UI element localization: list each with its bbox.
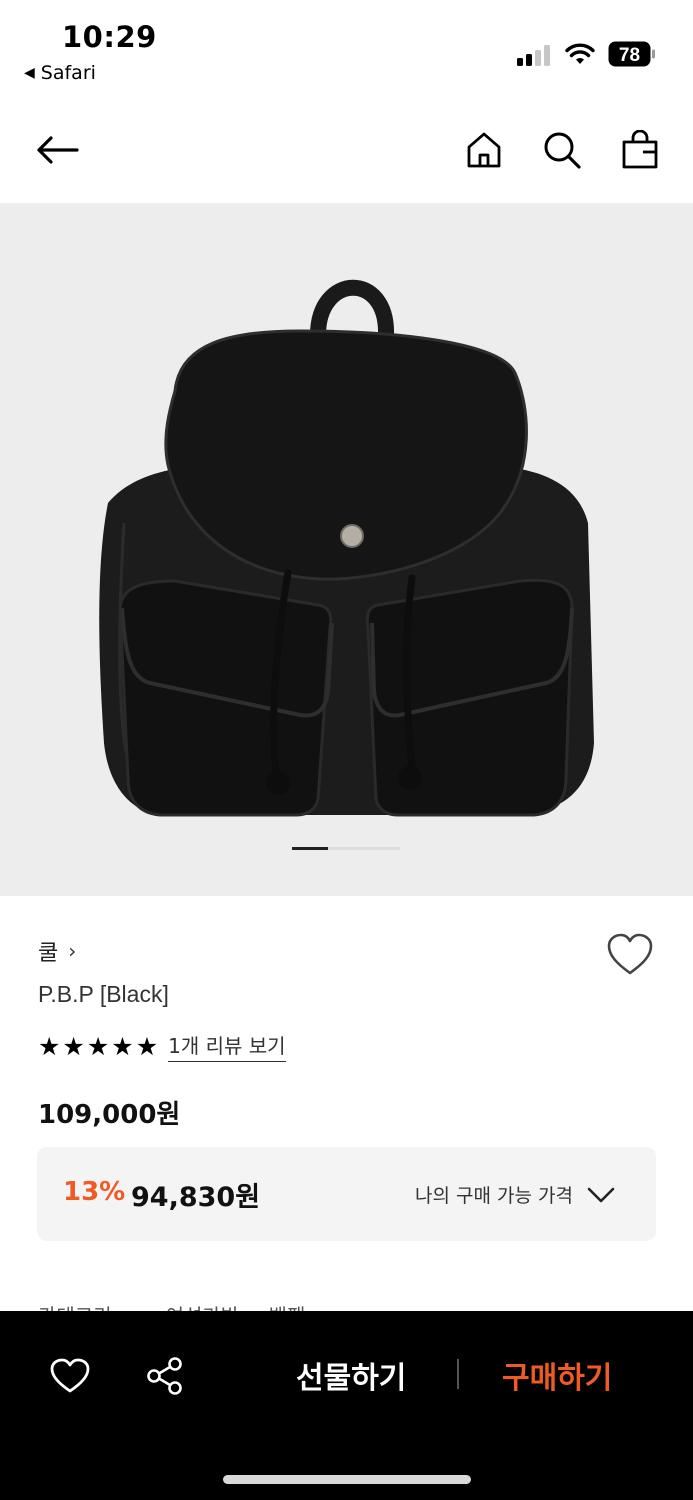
star-icon: ★: [62, 1031, 85, 1061]
backpack-product-image: [99, 279, 595, 817]
chevron-right-icon: ›: [68, 939, 77, 963]
rating-stars: ★ ★ ★ ★ ★: [38, 1034, 158, 1059]
discount-rate: 13%: [63, 1177, 126, 1207]
battery-level: 78: [619, 45, 640, 66]
status-bar: 10:29 ◀ Safari 78: [0, 0, 693, 100]
back-to-safari[interactable]: ◀ Safari: [24, 62, 96, 84]
back-app-label: Safari: [40, 62, 96, 84]
share-icon[interactable]: [144, 1355, 186, 1397]
shopping-bag-icon[interactable]: [618, 128, 662, 172]
sale-price: 94,830원: [131, 1182, 261, 1213]
home-icon[interactable]: [462, 128, 506, 172]
indicator-active: [292, 847, 328, 850]
gallery-page-indicator: [292, 847, 400, 850]
bottom-action-bar: 선물하기 구매하기: [0, 1311, 693, 1500]
home-indicator[interactable]: [223, 1475, 471, 1484]
heart-icon[interactable]: [49, 1355, 91, 1397]
rating-row: ★ ★ ★ ★ ★ 1개 리뷰 보기: [38, 1030, 286, 1062]
signal-icon: [517, 44, 550, 66]
review-link[interactable]: 1개 리뷰 보기: [168, 1030, 286, 1062]
product-image-gallery[interactable]: [0, 203, 693, 896]
star-icon: ★: [86, 1031, 110, 1061]
my-price-toggle[interactable]: 나의 구매 가능 가격: [415, 1181, 615, 1208]
back-triangle-icon: ◀: [24, 65, 35, 81]
star-icon: ★: [38, 1031, 61, 1061]
brand-name: 쿨: [38, 941, 59, 966]
status-time: 10:29: [62, 20, 157, 54]
star-icon: ★: [135, 1031, 159, 1061]
my-price-box[interactable]: 13% 94,830원 나의 구매 가능 가격: [37, 1147, 656, 1241]
gift-button[interactable]: 선물하기: [296, 1353, 406, 1397]
original-price: 109,000원: [38, 1100, 181, 1130]
search-icon[interactable]: [540, 128, 584, 172]
battery-icon: 78: [608, 41, 655, 67]
star-icon: ★: [111, 1031, 134, 1061]
back-arrow-icon[interactable]: [36, 128, 80, 172]
wifi-icon: [565, 43, 595, 64]
action-divider: [457, 1359, 459, 1389]
buy-button[interactable]: 구매하기: [502, 1353, 612, 1397]
nav-bar: [0, 110, 693, 190]
my-price-label: 나의 구매 가능 가격: [415, 1185, 573, 1207]
wishlist-heart-icon[interactable]: [606, 933, 654, 977]
chevron-down-icon: [587, 1187, 615, 1202]
product-name: P.B.P [Black]: [38, 981, 169, 1007]
brand-link[interactable]: 쿨 ›: [38, 935, 76, 967]
